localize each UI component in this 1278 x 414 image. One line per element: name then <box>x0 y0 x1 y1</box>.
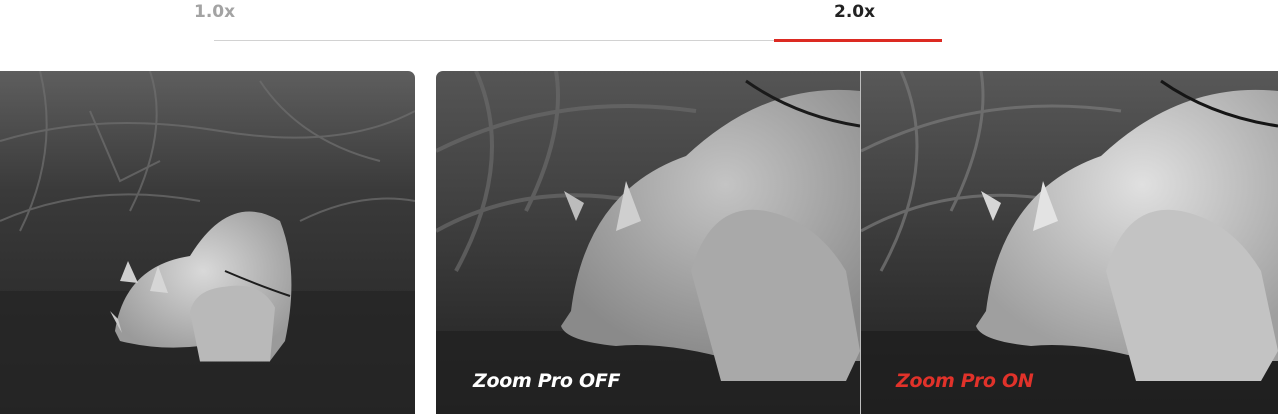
zoom-pro-off-image: Zoom Pro OFF <box>436 71 860 414</box>
thermal-image-1x <box>0 71 415 414</box>
zoom-comparison-2x: Zoom Pro OFF Zoom Pro ON <box>436 71 1278 414</box>
zoom-pro-off-label: Zoom Pro OFF <box>473 370 621 392</box>
zoom-tab-1x-label: 1.0x <box>194 2 236 22</box>
zoom-level-tabs: 1.0x 2.0x <box>0 0 1278 44</box>
zoom-pro-on-image: Zoom Pro ON <box>861 71 1278 414</box>
boar-scene-2x-on <box>861 71 1278 414</box>
zoom-tab-1x[interactable]: 1.0x <box>190 0 250 44</box>
active-tab-indicator <box>774 39 942 42</box>
zoom-pro-on-label: Zoom Pro ON <box>896 370 1034 392</box>
boar-scene-1x <box>0 71 415 414</box>
zoom-tab-2x[interactable]: 2.0x <box>800 0 920 44</box>
boar-scene-2x-off <box>436 71 860 414</box>
zoom-tab-2x-label: 2.0x <box>834 2 876 22</box>
